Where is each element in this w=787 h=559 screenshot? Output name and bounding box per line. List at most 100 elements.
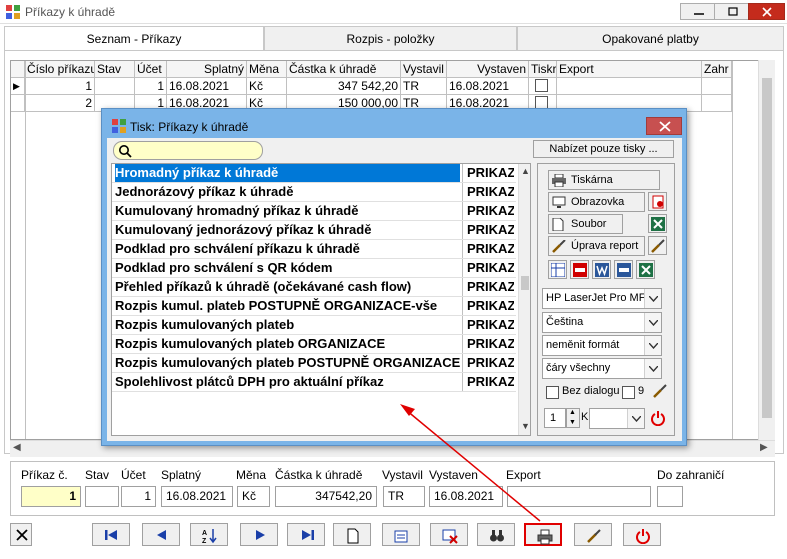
scroll-down-icon[interactable]: ▼ (521, 421, 530, 431)
ucet-field[interactable]: 1 (121, 486, 156, 507)
export-field[interactable] (507, 486, 651, 507)
format-select[interactable]: neměnit formát (542, 335, 662, 356)
vystaven-field[interactable]: 16.08.2021 (429, 486, 503, 507)
cell-cislo: 1 (25, 78, 95, 95)
scroll-left-icon[interactable]: ◀ (13, 442, 21, 453)
stepper-down-icon[interactable]: ▼ (569, 419, 576, 426)
format-pdf-button[interactable] (570, 260, 589, 279)
offer-only-prints-button[interactable]: Nabízet pouze tisky ... (533, 140, 674, 158)
col-zahr[interactable]: Zahr (702, 61, 732, 78)
splatny-field[interactable]: 16.08.2021 (161, 486, 233, 507)
castka-field[interactable]: 347542,20 (275, 486, 377, 507)
col-vystaven[interactable]: Vystaven (447, 61, 529, 78)
scroll-right-icon[interactable]: ▶ (760, 442, 768, 453)
list-scrollbar[interactable]: ▲ ▼ (518, 164, 530, 435)
list-item[interactable]: Podklad pro schválení příkazu k úhradě PR… (112, 240, 516, 259)
col-castka[interactable]: Částka k úhradě (287, 61, 401, 78)
brush-icon[interactable] (652, 383, 668, 399)
minimize-button[interactable] (680, 3, 717, 20)
last-record-button[interactable] (287, 523, 325, 546)
search-button[interactable] (477, 523, 515, 546)
list-item[interactable]: Podklad pro schválení s QR kódem PRIKAZ (112, 259, 516, 278)
edit-report-button[interactable]: Úprava report (548, 236, 645, 256)
chevron-down-icon[interactable] (644, 289, 661, 308)
list-item[interactable]: Kumulovaný hromadný příkaz k úhradě PRIKA… (112, 202, 516, 221)
screen-button[interactable]: Obrazovka (548, 192, 645, 212)
edit-report-extra-button[interactable] (648, 236, 667, 255)
printer-select[interactable]: HP LaserJet Pro MFP (542, 288, 662, 309)
tab-opakovane-platby[interactable]: Opakované platby (517, 26, 784, 51)
exit-button[interactable] (623, 523, 661, 546)
no-dialog-checkbox[interactable] (546, 386, 559, 399)
scrollbar-thumb[interactable] (521, 276, 529, 290)
printer-button[interactable]: Tiskárna (548, 170, 660, 190)
power-icon[interactable] (650, 410, 666, 426)
screen-pdf-button[interactable] (648, 192, 667, 211)
next-record-button[interactable] (240, 523, 278, 546)
search-input[interactable] (113, 141, 263, 160)
stepper-up-icon[interactable]: ▲ (569, 409, 576, 416)
delete-record-button[interactable] (430, 523, 468, 546)
format-excel-button[interactable] (636, 260, 655, 279)
format-table-button[interactable] (548, 260, 567, 279)
file-button[interactable]: Soubor (548, 214, 623, 234)
cancel-button[interactable] (10, 523, 32, 546)
tab-bar: Seznam - Příkazy Rozpis - položky Opakov… (4, 26, 784, 51)
mena-field[interactable]: Kč (237, 486, 270, 507)
col-splatny[interactable]: Splatný (167, 61, 247, 78)
template-list[interactable]: Spolehlivost plátců DPH pro aktuální pří… (111, 163, 531, 436)
col-export[interactable]: Export (557, 61, 702, 78)
list-item[interactable]: Rozpis kumulovaných plateb ORGANIZACE PRI… (112, 335, 516, 354)
format-html-button[interactable] (614, 260, 633, 279)
count-field[interactable]: 1 (544, 408, 566, 428)
col-mena[interactable]: Měna (247, 61, 287, 78)
dialog-close-button[interactable] (646, 117, 682, 135)
col-cislo-prikazu[interactable]: Číslo příkazu (25, 61, 95, 78)
maximize-button[interactable] (714, 3, 751, 20)
cell-cislo: 2 (25, 95, 95, 112)
tab-seznam-prikazy[interactable]: Seznam - Příkazy (4, 26, 264, 51)
list-item[interactable]: Hromadný příkaz k úhradě PRIKAZ (112, 164, 516, 183)
tiskr-checkbox[interactable] (535, 79, 548, 92)
first-record-button[interactable] (92, 523, 130, 546)
stav-field[interactable] (85, 486, 119, 507)
chevron-down-icon[interactable] (627, 409, 644, 428)
lines-select[interactable]: čáry všechny (542, 358, 662, 379)
report-edit-button[interactable] (574, 523, 612, 546)
k-select[interactable] (589, 408, 645, 429)
count-stepper[interactable]: ▲ ▼ (566, 408, 580, 428)
col-stav[interactable]: Stav (95, 61, 135, 78)
list-item[interactable]: Rozpis kumul. plateb POSTUPNĚ ORGANIZACE… (112, 297, 516, 316)
previous-record-button[interactable] (142, 523, 180, 546)
zahranici-field[interactable] (657, 486, 683, 507)
list-item[interactable]: Jednorázový příkaz k úhradě PRIKAZ (112, 183, 516, 202)
col-ucet[interactable]: Účet (135, 61, 167, 78)
close-window-button[interactable] (748, 3, 785, 20)
chevron-down-icon[interactable] (644, 313, 661, 332)
scrollbar-thumb[interactable] (762, 78, 772, 418)
list-item[interactable]: Rozpis kumulovaných plateb POSTUPNĚ ORGA… (112, 354, 516, 373)
list-item[interactable]: Přehled příkazů k úhradě (očekávané cash… (112, 278, 516, 297)
new-record-button[interactable] (333, 523, 371, 546)
chevron-down-icon[interactable] (644, 336, 661, 355)
list-item[interactable]: Spolehlivost plátců DPH pro aktuální pří… (112, 373, 516, 392)
label-vystavil: Vystavil (382, 468, 423, 482)
col-tiskr[interactable]: Tiskr (529, 61, 557, 78)
file-excel-button[interactable] (648, 214, 667, 233)
edit-record-button[interactable] (382, 523, 420, 546)
tab-rozpis-polozky[interactable]: Rozpis - položky (264, 26, 517, 51)
sort-button[interactable]: AZ (190, 523, 228, 546)
list-item[interactable]: Kumulovaný jednorázový příkaz k úhradě PR… (112, 221, 516, 240)
format-word-button[interactable] (592, 260, 611, 279)
previous-icon (157, 530, 166, 540)
grid-vertical-scrollbar[interactable] (758, 60, 775, 440)
col-vystavil[interactable]: Vystavil (401, 61, 447, 78)
copies-checkbox[interactable] (622, 386, 635, 399)
language-select[interactable]: Čeština (542, 312, 662, 333)
scroll-up-icon[interactable]: ▲ (521, 166, 530, 176)
chevron-down-icon[interactable] (644, 359, 661, 378)
print-button[interactable] (524, 523, 562, 546)
vystavil-field[interactable]: TR (383, 486, 425, 507)
prikaz-field[interactable]: 1 (21, 486, 81, 507)
list-item[interactable]: Rozpis kumulovaných plateb PRIKAZ (112, 316, 516, 335)
